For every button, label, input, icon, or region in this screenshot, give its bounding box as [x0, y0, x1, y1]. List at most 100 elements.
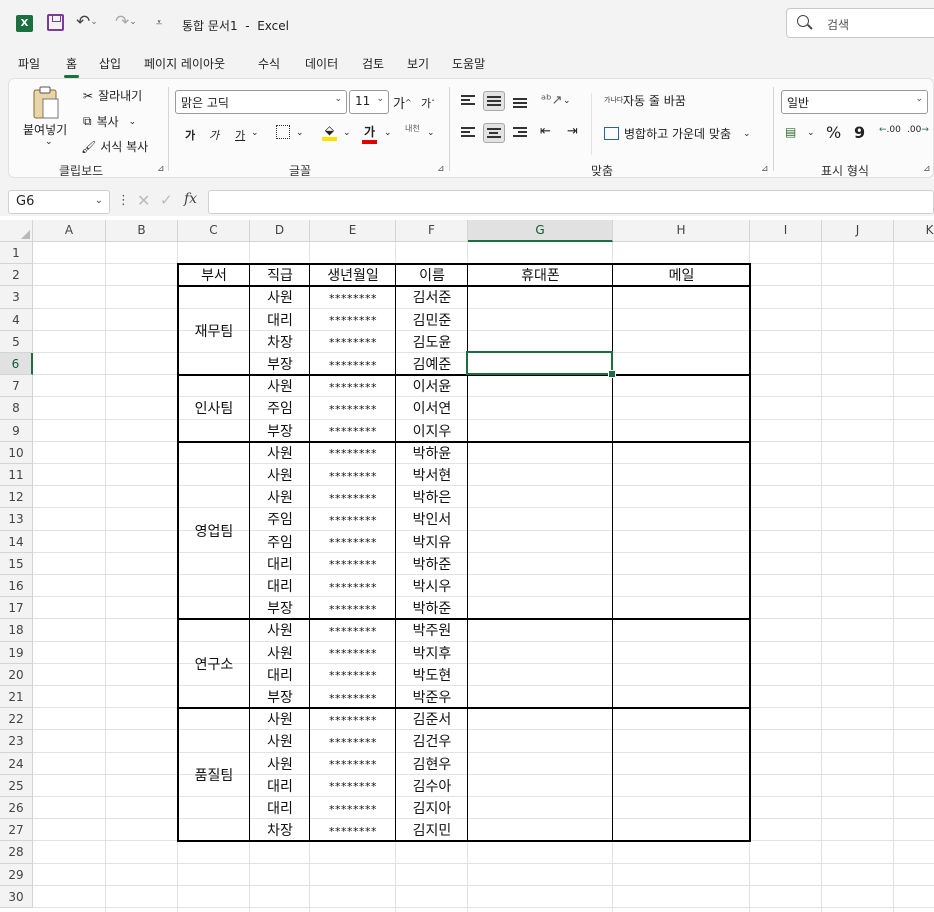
undo-icon[interactable]: ↶ ⌄ — [76, 12, 98, 32]
position-cell[interactable]: 사원 — [250, 486, 310, 508]
cut-button[interactable]: ✂ 잘라내기 — [83, 87, 142, 104]
table-header-cell[interactable]: 휴대폰 — [468, 264, 613, 286]
name-box[interactable]: G6 ⌄ — [8, 190, 110, 214]
tab-4[interactable]: 수식 — [258, 55, 280, 72]
department-cell[interactable]: 영업팀 — [178, 442, 250, 620]
merge-dropdown-icon[interactable]: ⌄ — [743, 129, 751, 139]
fill-color-dropdown-icon[interactable]: ⌄ — [343, 128, 351, 138]
name-cell[interactable]: 박하준 — [396, 553, 468, 575]
birthdate-cell[interactable]: ******** — [310, 619, 396, 641]
name-cell[interactable]: 박인서 — [396, 508, 468, 530]
name-cell[interactable]: 김도윤 — [396, 331, 468, 353]
bold-button[interactable]: 가 — [185, 127, 195, 143]
tab-0[interactable]: 파일 — [18, 55, 40, 72]
row-header-20[interactable]: 20 — [0, 663, 33, 686]
clipboard-launcher-icon[interactable]: ⊿ — [157, 164, 165, 174]
birthdate-cell[interactable]: ******** — [310, 553, 396, 575]
position-cell[interactable]: 사원 — [250, 286, 310, 308]
table-header-cell[interactable]: 부서 — [178, 264, 250, 286]
cancel-icon[interactable]: ✕ — [137, 191, 150, 210]
position-cell[interactable]: 부장 — [250, 353, 310, 375]
customize-quick-access-icon[interactable]: ⩡ — [156, 16, 162, 30]
position-cell[interactable]: 사원 — [250, 619, 310, 641]
table-header-cell[interactable]: 직급 — [250, 264, 310, 286]
merge-center-button[interactable]: 병합하고 가운데 맞춤 ⌄ — [604, 125, 751, 142]
department-cell[interactable]: 품질팀 — [178, 708, 250, 841]
row-header-7[interactable]: 7 — [0, 375, 33, 398]
wrap-text-button[interactable]: 가나다 자동 줄 바꿈 — [604, 92, 686, 109]
underline-dropdown-icon[interactable]: ⌄ — [251, 128, 259, 138]
birthdate-cell[interactable]: ******** — [310, 664, 396, 686]
percent-style-button[interactable]: % — [826, 123, 841, 142]
format-painter-button[interactable]: 🖌 서식 복사 — [81, 138, 148, 155]
department-cell[interactable]: 연구소 — [178, 619, 250, 708]
phonetic-dropdown-icon[interactable]: ⌄ — [427, 128, 435, 138]
position-cell[interactable]: 부장 — [250, 597, 310, 619]
align-bottom-icon[interactable] — [513, 98, 527, 110]
birthdate-cell[interactable]: ******** — [310, 464, 396, 486]
font-launcher-icon[interactable]: ⊿ — [437, 164, 445, 174]
font-size-select[interactable]: 11 ⌄ — [349, 90, 389, 114]
redo-icon[interactable]: ↷ ⌄ — [115, 12, 137, 32]
name-cell[interactable]: 박주원 — [396, 619, 468, 641]
position-cell[interactable]: 사원 — [250, 730, 310, 752]
birthdate-cell[interactable]: ******** — [310, 686, 396, 708]
more-options-icon[interactable]: ⋮ — [117, 193, 130, 208]
name-cell[interactable]: 김민준 — [396, 309, 468, 331]
birthdate-cell[interactable]: ******** — [310, 730, 396, 752]
grow-font-button[interactable]: 가 ^ — [393, 93, 412, 112]
copy-button[interactable]: ⧉ 복사 ⌄ — [83, 113, 136, 130]
select-all-button[interactable] — [0, 220, 33, 242]
borders-icon[interactable] — [276, 125, 290, 139]
tab-3[interactable]: 페이지 레이아웃 — [144, 55, 225, 72]
column-header-g[interactable]: G — [468, 220, 613, 242]
birthdate-cell[interactable]: ******** — [310, 375, 396, 397]
table-header-cell[interactable]: 생년월일 — [310, 264, 396, 286]
birthdate-cell[interactable]: ******** — [310, 442, 396, 464]
birthdate-cell[interactable]: ******** — [310, 397, 396, 419]
birthdate-cell[interactable]: ******** — [310, 819, 396, 841]
name-cell[interactable]: 박하윤 — [396, 442, 468, 464]
column-header-h[interactable]: H — [613, 220, 750, 242]
row-header-8[interactable]: 8 — [0, 397, 33, 420]
row-header-5[interactable]: 5 — [0, 330, 33, 353]
name-cell[interactable]: 김지민 — [396, 819, 468, 841]
birthdate-cell[interactable]: ******** — [310, 708, 396, 730]
shrink-font-button[interactable]: 가ˇ — [421, 95, 435, 111]
paste-button[interactable]: 붙여넣기 — [23, 121, 67, 138]
name-cell[interactable]: 박지후 — [396, 642, 468, 664]
tab-1[interactable]: 홈 — [63, 55, 80, 78]
row-header-18[interactable]: 18 — [0, 619, 33, 642]
decrease-indent-icon[interactable]: ⇤ — [540, 124, 551, 139]
name-cell[interactable]: 박하은 — [396, 486, 468, 508]
position-cell[interactable]: 사원 — [250, 753, 310, 775]
name-cell[interactable]: 이지우 — [396, 420, 468, 442]
row-header-30[interactable]: 30 — [0, 885, 33, 908]
birthdate-cell[interactable]: ******** — [310, 775, 396, 797]
align-top-icon[interactable] — [461, 95, 475, 107]
table-header-cell[interactable]: 메일 — [613, 264, 750, 286]
birthdate-cell[interactable]: ******** — [310, 331, 396, 353]
position-cell[interactable]: 대리 — [250, 575, 310, 597]
row-header-13[interactable]: 13 — [0, 508, 33, 531]
birthdate-cell[interactable]: ******** — [310, 508, 396, 530]
position-cell[interactable]: 대리 — [250, 553, 310, 575]
birthdate-cell[interactable]: ******** — [310, 420, 396, 442]
italic-button[interactable]: 가 — [209, 127, 219, 143]
row-header-10[interactable]: 10 — [0, 441, 33, 464]
search-box[interactable]: 검색 — [786, 8, 934, 38]
active-cell-selection[interactable] — [466, 351, 616, 379]
orientation-dropdown-icon[interactable]: ⌄ — [563, 96, 571, 106]
position-cell[interactable]: 주임 — [250, 508, 310, 530]
enter-icon[interactable]: ✓ — [160, 191, 173, 209]
column-header-e[interactable]: E — [310, 220, 396, 242]
name-cell[interactable]: 김수아 — [396, 775, 468, 797]
orientation-icon[interactable]: ᵃᵇ↗ — [541, 93, 563, 108]
department-cell[interactable]: 재무팀 — [178, 286, 250, 375]
worksheet-grid[interactable]: A B C D E F G H I J K 1 2 3 4 5 6 7 8 9 10 11 12 13 14 15 16 17 18 19… — [0, 220, 934, 912]
position-cell[interactable]: 주임 — [250, 531, 310, 553]
row-header-29[interactable]: 29 — [0, 863, 33, 886]
name-cell[interactable]: 박서현 — [396, 464, 468, 486]
birthdate-cell[interactable]: ******** — [310, 309, 396, 331]
position-cell[interactable]: 주임 — [250, 397, 310, 419]
